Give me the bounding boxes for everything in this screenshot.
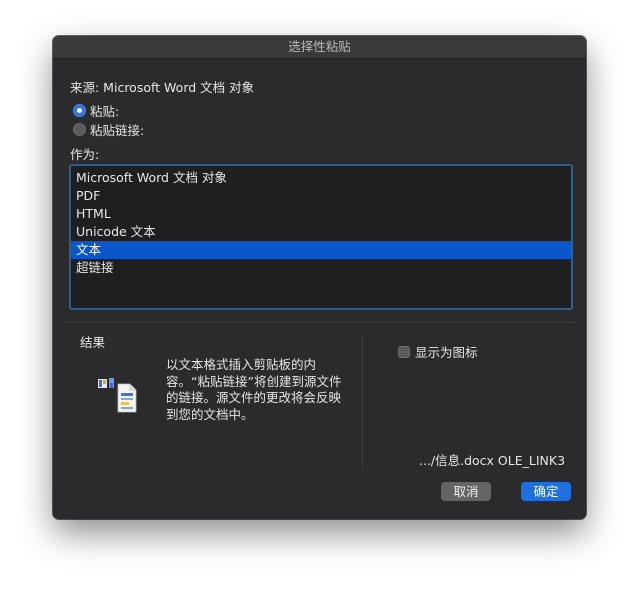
format-item-text[interactable]: 文本 (71, 241, 571, 259)
display-as-icon-option[interactable]: 显示为图标 (398, 342, 478, 361)
paste-option[interactable]: 粘贴: (73, 101, 119, 120)
ok-button[interactable]: 确定 (521, 482, 571, 501)
paste-radio[interactable] (73, 104, 86, 117)
cancel-button[interactable]: 取消 (441, 482, 491, 501)
paste-link-radio-label: 粘贴链接: (90, 123, 145, 138)
format-item-pdf[interactable]: PDF (71, 187, 571, 205)
result-divider (362, 336, 363, 468)
paste-radio-label: 粘贴: (90, 104, 120, 119)
paste-link-radio[interactable] (73, 123, 86, 136)
display-as-icon-checkbox[interactable] (398, 345, 410, 358)
document-icon (98, 378, 140, 414)
format-item-hyperlink[interactable]: 超链接 (71, 259, 571, 277)
result-label: 结果 (80, 335, 106, 350)
format-item-unicode-text[interactable]: Unicode 文本 (71, 223, 571, 241)
paste-special-dialog: 选择性粘贴 来源: Microsoft Word 文档 对象 粘贴: 粘贴链接:… (53, 36, 586, 519)
result-description: 以文本格式插入剪贴板的内容。“粘贴链接”将创建到源文件的链接。源文件的更改将会反… (166, 357, 342, 422)
section-divider (64, 322, 575, 323)
source-label: 来源: Microsoft Word 文档 对象 (70, 80, 255, 95)
link-path: .../信息.docx OLE_LINK3 (419, 453, 566, 468)
dialog-title: 选择性粘贴 (53, 36, 586, 59)
format-listbox[interactable]: Microsoft Word 文档 对象 PDF HTML Unicode 文本… (69, 164, 573, 310)
display-as-icon-label: 显示为图标 (415, 345, 478, 360)
as-label: 作为: (70, 147, 100, 162)
paste-link-option[interactable]: 粘贴链接: (73, 120, 144, 139)
format-item-html[interactable]: HTML (71, 205, 571, 223)
format-item-word-object[interactable]: Microsoft Word 文档 对象 (71, 169, 571, 187)
